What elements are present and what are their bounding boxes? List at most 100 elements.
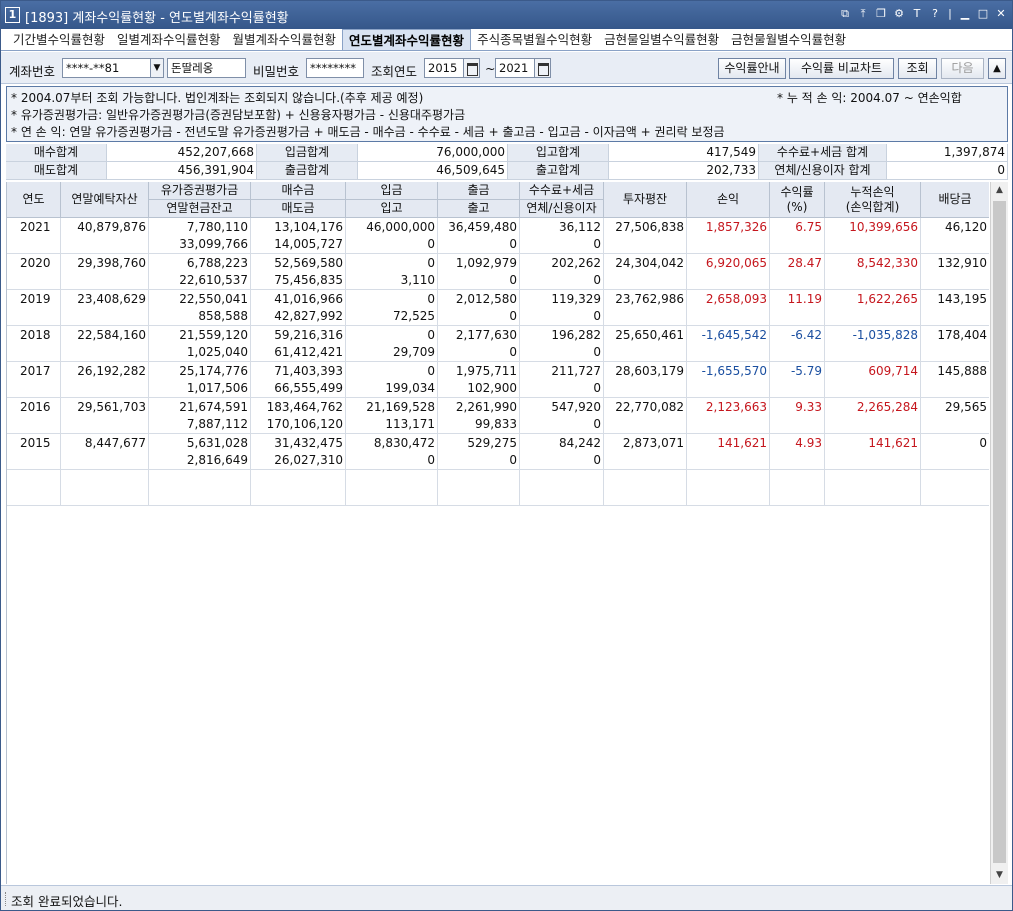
tab-stock-monthly-return[interactable]: 주식종목별월수익현황: [471, 29, 598, 50]
table-cell: 143,195: [921, 290, 989, 326]
status-message: 조회 완료되었습니다.: [11, 894, 123, 909]
table-cell: [7, 470, 61, 506]
calendar-icon[interactable]: [534, 58, 551, 78]
table-cell: [921, 470, 989, 506]
cell-value: 0: [427, 256, 435, 270]
cell-value: 529,275: [467, 436, 517, 450]
col-header-overdue-interest: 연체/신용이자: [520, 200, 604, 218]
info-line-2: * 유가증권평가금: 일반유가증권평가금(증권담보포함) + 신용융자평가금 -…: [11, 108, 466, 122]
font-size-icon[interactable]: T: [910, 6, 924, 22]
cell-value: 143,195: [937, 292, 987, 306]
cell-value: 11.19: [787, 292, 822, 306]
cell-value: 145,888: [937, 364, 987, 378]
table-cell: 1,975,711 102,900: [438, 362, 520, 398]
cell-value: 0: [979, 436, 987, 450]
separator-icon: |: [948, 7, 952, 20]
info-line-1: * 2004.07부터 조회 가능합니다. 법인계좌는 조회되지 않습니다.(추…: [11, 91, 424, 105]
table-cell: 211,727 0: [520, 362, 604, 398]
table-cell: 1,092,979 0: [438, 254, 520, 290]
table-row[interactable]: 2015 8,447,677 5,631,028 2,816,649 31,432,47…: [7, 434, 989, 470]
year-to-field[interactable]: 2021: [495, 58, 535, 78]
tab-yearly-account-return[interactable]: 연도별계좌수익률현황: [342, 29, 472, 50]
account-dropdown-icon[interactable]: ▼: [150, 58, 164, 78]
table-cell: [251, 470, 346, 506]
link-window-icon[interactable]: ⧉: [838, 6, 852, 22]
cell-value: 46,120: [945, 220, 987, 234]
table-row[interactable]: 2016 29,561,703 21,674,591 7,887,112 183,464…: [7, 398, 989, 434]
settings-icon[interactable]: ⚙: [892, 6, 906, 22]
return-guide-button[interactable]: 수익률안내: [718, 58, 786, 79]
deposit-total-value: 76,000,000: [358, 144, 508, 162]
minimize-icon[interactable]: ▁: [958, 6, 972, 22]
table-row[interactable]: 2021 40,879,876 7,780,110 33,099,766 13,104,…: [7, 218, 989, 254]
maximize-icon[interactable]: □: [976, 6, 990, 22]
col-header-cash-balance: 연말현금잔고: [149, 200, 251, 218]
scroll-thumb[interactable]: [993, 201, 1006, 863]
table-cell: 0 3,110: [346, 254, 438, 290]
cell-value: 2020: [20, 256, 51, 270]
tab-period-return[interactable]: 기간별수익률현황: [7, 29, 111, 50]
col-header-fee-tax: 수수료+세금: [520, 182, 604, 200]
col-header-buy: 매수금: [251, 182, 346, 200]
table-cell: 2016: [7, 398, 61, 434]
cell-value: 61,412,421: [274, 345, 343, 359]
cell-value: 36,459,480: [448, 220, 517, 234]
return-compare-chart-button[interactable]: 수익률 비교차트: [789, 58, 894, 79]
help-icon[interactable]: ?: [928, 6, 942, 22]
cell-value: 2019: [20, 292, 51, 306]
vertical-scrollbar[interactable]: ▲ ▼: [990, 182, 1008, 884]
table-cell: 10,399,656: [825, 218, 921, 254]
restore-layout-icon[interactable]: ❐: [874, 6, 888, 22]
table-cell: 2021: [7, 218, 61, 254]
tab-daily-account-return[interactable]: 일별계좌수익률현황: [111, 29, 227, 50]
table-cell: 40,879,876: [61, 218, 149, 254]
table-row[interactable]: 2017 26,192,282 25,174,776 1,017,506 71,403,…: [7, 362, 989, 398]
pin-icon[interactable]: ⤒: [856, 6, 870, 22]
cell-value: 21,674,591: [179, 400, 248, 414]
withdraw-total-label: 출금합계: [257, 162, 358, 180]
table-cell: 25,650,461: [604, 326, 687, 362]
cell-value: 1,092,979: [455, 256, 517, 270]
main-window: 1 [1893] 계좌수익률현황 - 연도별계좌수익률현황 ⧉ ⤒ ❐ ⚙ T …: [0, 0, 1013, 911]
close-icon[interactable]: ✕: [994, 6, 1008, 22]
table-cell: 71,403,393 66,555,499: [251, 362, 346, 398]
table-row[interactable]: [7, 470, 989, 506]
search-button[interactable]: 조회: [898, 58, 937, 79]
cell-value: -1,655,570: [701, 364, 767, 378]
table-cell: 1,857,326: [687, 218, 770, 254]
cell-value: 609,714: [868, 364, 918, 378]
tab-gold-monthly-return[interactable]: 금현물월별수익률현황: [725, 29, 852, 50]
table-cell: 141,621: [825, 434, 921, 470]
table-cell: 41,016,966 42,827,992: [251, 290, 346, 326]
cell-value: 1,857,326: [705, 220, 767, 234]
cell-value: 59,216,316: [274, 328, 343, 342]
tab-gold-daily-return[interactable]: 금현물일별수익률현황: [598, 29, 725, 50]
collapse-up-icon[interactable]: ▲: [988, 58, 1006, 79]
tab-monthly-account-return[interactable]: 월별계좌수익률현황: [227, 29, 343, 50]
table-cell: 2019: [7, 290, 61, 326]
cell-value: 1,622,265: [856, 292, 918, 306]
table-cell: 183,464,762 170,106,120: [251, 398, 346, 434]
year-from-field[interactable]: 2015: [424, 58, 464, 78]
table-row[interactable]: 2019 23,408,629 22,550,041 858,588 41,016,96…: [7, 290, 989, 326]
cell-value: 5,631,028: [186, 436, 248, 450]
scroll-up-icon[interactable]: ▲: [991, 182, 1008, 199]
cell-value: 23,762,986: [615, 292, 684, 306]
cell-value: 113,171: [385, 417, 435, 431]
in-total-label: 입고합계: [508, 144, 609, 162]
col-header-year-end-assets: 연말예탁자산: [61, 182, 149, 218]
password-field[interactable]: ********: [306, 58, 364, 78]
scroll-down-icon[interactable]: ▼: [991, 867, 1008, 884]
calendar-icon[interactable]: [463, 58, 480, 78]
cell-value: 22,610,537: [179, 273, 248, 287]
next-button[interactable]: 다음: [941, 58, 984, 79]
cell-value: 8,830,472: [373, 436, 435, 450]
col-header-securities-eval: 유가증권평가금: [149, 182, 251, 200]
table-row[interactable]: 2020 29,398,760 6,788,223 22,610,537 52,569,…: [7, 254, 989, 290]
account-number-field[interactable]: ****-**81: [62, 58, 151, 78]
cell-value: 29,709: [393, 345, 435, 359]
cell-value: 2,261,990: [455, 400, 517, 414]
cell-value: 102,900: [467, 381, 517, 395]
table-row[interactable]: 2018 22,584,160 21,559,120 1,025,040 59,216,…: [7, 326, 989, 362]
cell-value: 6,920,065: [705, 256, 767, 270]
